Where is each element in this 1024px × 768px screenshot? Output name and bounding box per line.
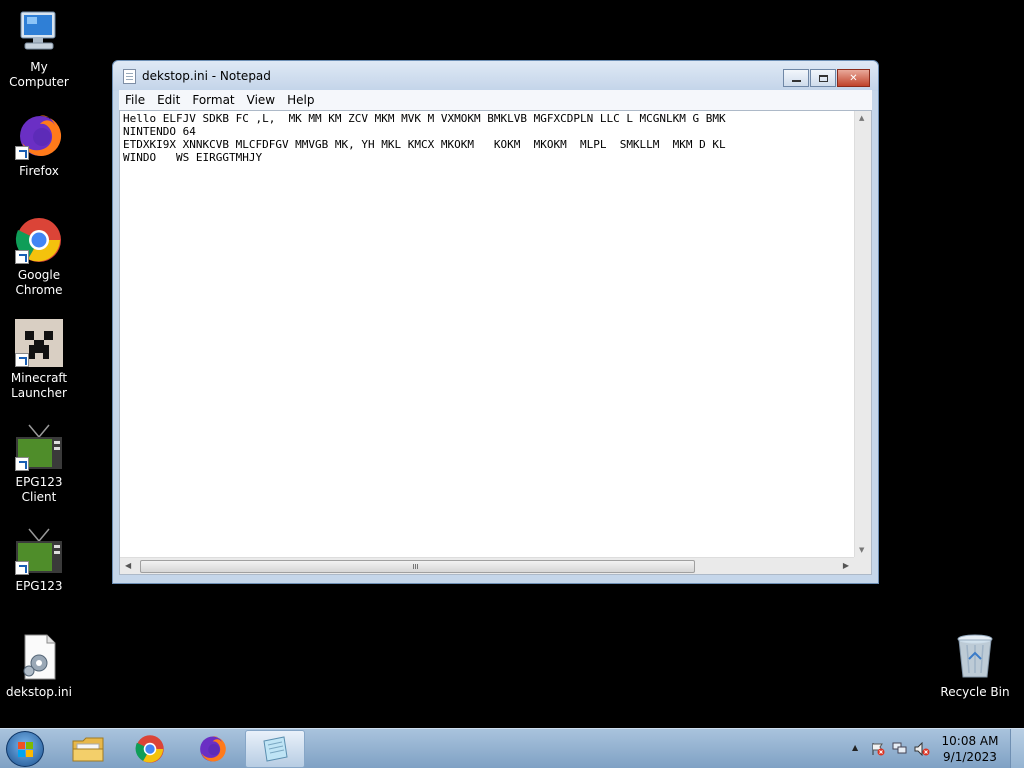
menu-file[interactable]: File — [119, 93, 151, 107]
taskbar-chrome-button[interactable] — [120, 730, 180, 768]
shortcut-arrow-icon — [15, 457, 29, 471]
close-button[interactable]: ✕ — [837, 69, 870, 87]
horizontal-scrollbar[interactable]: ◀ ▶ — [120, 557, 854, 574]
menu-edit[interactable]: Edit — [151, 93, 186, 107]
desktop-icon-label: My Computer — [9, 60, 69, 89]
menu-view[interactable]: View — [241, 93, 281, 107]
desktop-icon-label: EPG123 Client — [15, 475, 63, 504]
scrollbar-corner — [854, 557, 871, 574]
chrome-icon — [135, 735, 164, 763]
desktop-icon-epg123[interactable]: EPG123 — [0, 527, 78, 594]
minecraft-icon — [15, 319, 63, 367]
vertical-scrollbar[interactable]: ▲ ▼ — [854, 111, 871, 557]
editor-area[interactable]: Hello ELFJV SDKB FC ,L, MK MM KM ZCV MKM… — [119, 110, 872, 575]
menu-format[interactable]: Format — [186, 93, 240, 107]
taskbar: ▲ 10:08 AM 9/1/2023 — [0, 728, 1024, 768]
desktop-icon-label: Minecraft Launcher — [10, 371, 68, 400]
desktop-icon-label: Google Chrome — [15, 268, 63, 297]
taskbar-notepad-button[interactable] — [245, 730, 305, 768]
firefox-icon — [200, 736, 226, 762]
window-title: dekstop.ini - Notepad — [142, 69, 271, 83]
clock-time: 10:08 AM — [941, 734, 999, 748]
desktop-icon-minecraft-launcher[interactable]: Minecraft Launcher — [0, 319, 78, 401]
desktop-icon-my-computer[interactable]: My Computer — [0, 8, 78, 90]
restore-button[interactable] — [810, 69, 836, 87]
shortcut-arrow-icon — [15, 353, 29, 367]
text-content[interactable]: Hello ELFJV SDKB FC ,L, MK MM KM ZCV MKM… — [123, 112, 851, 556]
action-center-flag-icon[interactable] — [870, 742, 886, 756]
clock-date: 9/1/2023 — [943, 750, 997, 764]
desktop-icon-epg123-client[interactable]: EPG123 Client — [0, 423, 78, 505]
system-tray: ▲ 10:08 AM 9/1/2023 — [834, 729, 1024, 768]
window-controls: ✕ — [783, 69, 870, 87]
clock[interactable]: 10:08 AM 9/1/2023 — [940, 733, 1000, 765]
menu-bar: File Edit Format View Help — [119, 90, 872, 110]
scroll-down-arrow-icon[interactable]: ▼ — [859, 546, 864, 554]
restore-icon — [818, 74, 828, 82]
horizontal-scroll-thumb[interactable] — [140, 560, 695, 573]
desktop: My Computer Firefox Google Chrome Minecr… — [0, 0, 1024, 768]
notepad-icon — [263, 736, 288, 762]
start-button[interactable] — [6, 731, 44, 767]
minimize-icon — [791, 80, 801, 82]
scroll-up-arrow-icon[interactable]: ▲ — [859, 114, 864, 122]
desktop-icon-label: EPG123 — [15, 579, 63, 593]
taskbar-firefox-button[interactable] — [182, 730, 242, 768]
windows-logo-icon — [18, 742, 34, 758]
desktop-icon-label: Recycle Bin — [940, 685, 1010, 699]
title-bar[interactable]: dekstop.ini - Notepad ✕ — [113, 61, 878, 91]
shortcut-arrow-icon — [15, 561, 29, 575]
shortcut-arrow-icon — [15, 146, 29, 160]
tv-icon — [15, 527, 63, 575]
notepad-document-icon — [123, 68, 136, 84]
settings-file-icon — [15, 633, 63, 681]
tv-icon — [15, 423, 63, 471]
menu-help[interactable]: Help — [281, 93, 320, 107]
network-icon[interactable] — [892, 742, 908, 756]
recycle-bin-icon — [951, 633, 999, 681]
show-desktop-button[interactable] — [1010, 729, 1024, 768]
desktop-icon-dekstop-ini[interactable]: dekstop.ini — [0, 633, 78, 700]
folder-icon — [72, 737, 104, 762]
firefox-icon — [15, 112, 63, 160]
desktop-icon-firefox[interactable]: Firefox — [0, 112, 78, 179]
desktop-icon-recycle-bin[interactable]: Recycle Bin — [936, 633, 1014, 700]
minimize-button[interactable] — [783, 69, 809, 87]
close-icon: ✕ — [849, 72, 858, 84]
scroll-right-arrow-icon[interactable]: ▶ — [843, 561, 849, 570]
chrome-icon — [15, 216, 63, 264]
show-hidden-icons-chevron-icon[interactable]: ▲ — [852, 743, 858, 752]
desktop-icon-label: dekstop.ini — [6, 685, 72, 699]
computer-icon — [15, 8, 63, 56]
notepad-window[interactable]: dekstop.ini - Notepad ✕ File Edit Format… — [112, 60, 879, 584]
desktop-icon-label: Firefox — [19, 164, 59, 178]
volume-muted-icon[interactable] — [914, 742, 930, 756]
taskbar-explorer-button[interactable] — [58, 730, 118, 768]
shortcut-arrow-icon — [15, 250, 29, 264]
desktop-icon-google-chrome[interactable]: Google Chrome — [0, 216, 78, 298]
scroll-left-arrow-icon[interactable]: ◀ — [125, 561, 131, 570]
